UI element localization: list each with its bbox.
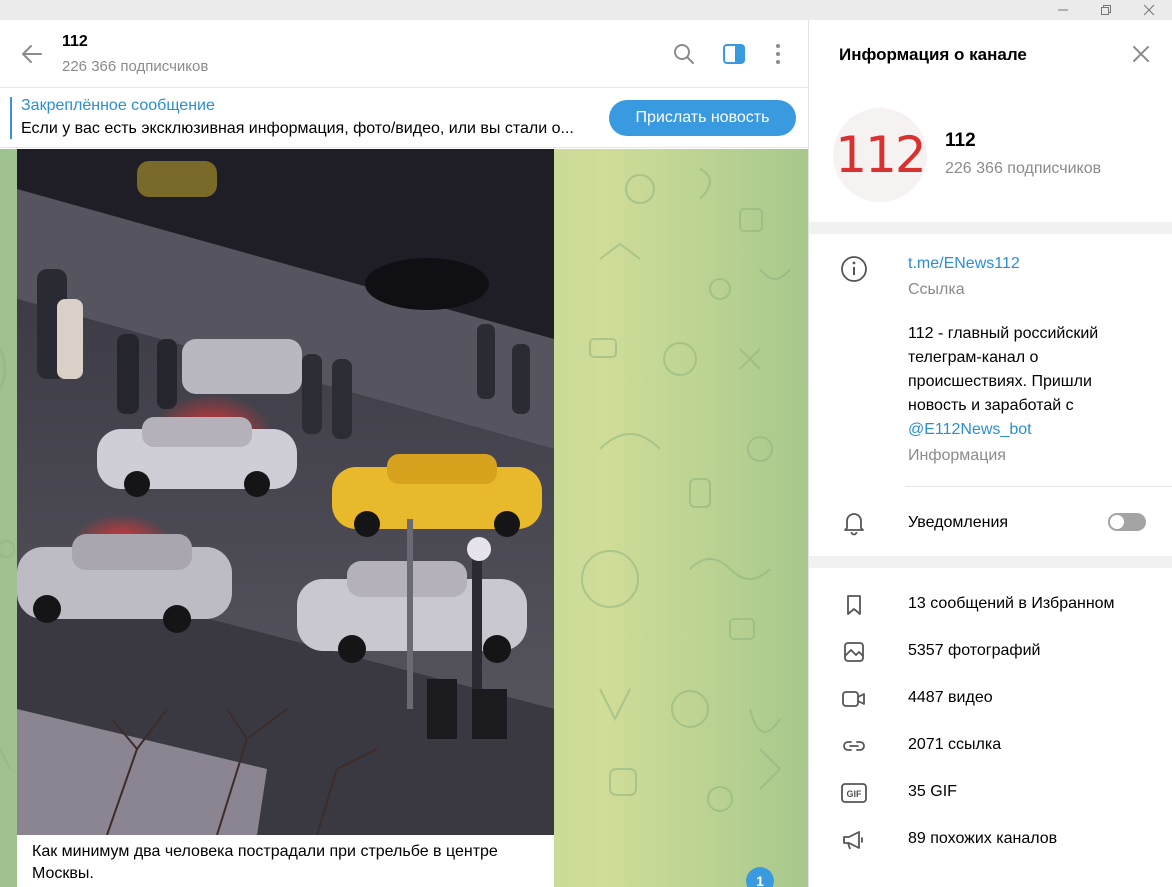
chat-column: 112 226 366 подписчиков Закреплённое соо… — [0, 20, 808, 887]
media-label: 89 похожих каналов — [908, 830, 1058, 847]
info-details-section: t.me/ENews112 Ссылка 112 - главный росси… — [809, 234, 1172, 556]
restore-icon — [1101, 5, 1111, 15]
media-row-videos[interactable]: 4487 видео — [809, 679, 1172, 719]
pinned-accent-bar — [10, 97, 12, 139]
media-row-gifs[interactable]: GIF 35 GIF — [809, 773, 1172, 813]
channel-info-panel: Информация о канале 112 112 226 366 подп… — [808, 20, 1172, 887]
search-button[interactable] — [670, 40, 698, 68]
media-row-saved[interactable]: 13 сообщений в Избранном — [809, 585, 1172, 625]
toggle-info-panel-button[interactable] — [720, 40, 748, 68]
pinned-text: Если у вас есть эксклюзивная информация,… — [21, 120, 574, 137]
chat-subscribers: 226 366 подписчиков — [62, 58, 209, 75]
channel-post[interactable]: Как минимум два человека пострадали при … — [17, 149, 554, 887]
avatar-logo-text: 112 — [835, 126, 926, 184]
minimize-icon — [1058, 9, 1068, 11]
channel-link[interactable]: t.me/ENews112 — [908, 255, 1020, 273]
video-icon — [839, 684, 869, 714]
more-vertical-icon — [776, 44, 780, 64]
photo-icon — [839, 637, 869, 667]
media-label: 5357 фотографий — [908, 642, 1041, 659]
post-caption: Как минимум два человека пострадали при … — [32, 843, 498, 882]
description-mention-link[interactable]: @E112News_bot — [908, 421, 1032, 438]
svg-text:GIF: GIF — [847, 789, 863, 799]
search-icon — [674, 44, 694, 64]
media-label: 4487 видео — [908, 689, 993, 706]
section-divider — [905, 486, 1172, 487]
media-row-photos[interactable]: 5357 фотографий — [809, 632, 1172, 672]
notifications-label: Уведомления — [908, 514, 1009, 531]
chat-title[interactable]: 112 — [62, 33, 88, 51]
megaphone-icon — [839, 825, 869, 855]
arrow-left-icon — [22, 45, 42, 63]
bookmark-icon — [839, 590, 869, 620]
info-panel-title: Информация о канале — [839, 45, 1027, 64]
close-icon — [1133, 46, 1149, 62]
shared-media-section: 13 сообщений в Избранном 5357 фотографий… — [809, 568, 1172, 887]
gif-icon: GIF — [839, 778, 869, 808]
media-label: 13 сообщений в Избранном — [908, 595, 1115, 612]
media-row-similar-channels[interactable]: 89 похожих каналов — [809, 820, 1172, 860]
close-icon — [1143, 4, 1155, 16]
back-button[interactable] — [18, 40, 46, 68]
night-street-scene-image — [17, 149, 554, 835]
more-menu-button[interactable] — [764, 40, 792, 68]
media-label: 2071 ссылка — [908, 736, 1002, 753]
pinned-message-bar[interactable]: Закреплённое сообщение Если у вас есть э… — [0, 89, 808, 148]
pinned-title: Закреплённое сообщение — [21, 97, 215, 114]
toggle-knob — [1110, 515, 1124, 529]
maximize-button[interactable] — [1089, 0, 1123, 20]
window-titlebar — [0, 0, 1172, 20]
unread-counter-badge[interactable]: 1 — [746, 867, 774, 887]
window-close-button[interactable] — [1132, 0, 1166, 20]
channel-link-label: Ссылка — [908, 281, 965, 298]
media-row-links[interactable]: 2071 ссылка — [809, 726, 1172, 766]
link-icon — [839, 731, 869, 761]
sidebar-panel-icon — [723, 44, 745, 64]
bell-icon — [839, 507, 869, 537]
description-text: 112 - главный российский телеграм-канал … — [908, 325, 1099, 414]
channel-avatar[interactable]: 112 — [833, 108, 927, 202]
chat-background: Как минимум два человека пострадали при … — [0, 149, 808, 887]
info-close-button[interactable] — [1127, 40, 1155, 68]
info-header: Информация о канале 112 112 226 366 подп… — [809, 20, 1172, 222]
minimize-button[interactable] — [1046, 0, 1080, 20]
post-photo[interactable] — [17, 149, 554, 835]
send-news-button[interactable]: Прислать новость — [609, 100, 796, 136]
description-label: Информация — [908, 447, 1006, 464]
info-icon — [839, 254, 869, 284]
channel-name: 112 — [945, 130, 976, 151]
notifications-toggle[interactable] — [1108, 513, 1146, 531]
media-label: 35 GIF — [908, 783, 957, 800]
chat-header: 112 226 366 подписчиков — [0, 20, 808, 88]
channel-description: 112 - главный российский телеграм-канал … — [908, 322, 1148, 442]
channel-subscribers: 226 366 подписчиков — [945, 160, 1102, 177]
